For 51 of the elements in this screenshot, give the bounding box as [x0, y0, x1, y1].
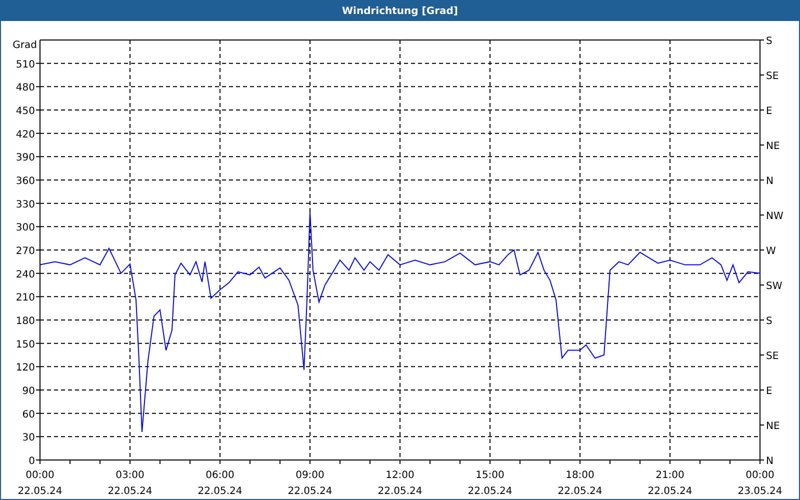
compass-label: W	[766, 246, 776, 257]
x-tick-label: 09:00	[296, 470, 324, 481]
compass-label: S	[766, 36, 772, 47]
y-tick-label: 330	[16, 199, 35, 210]
window-title: Windrichtung [Grad]	[342, 6, 458, 16]
x-tick-label: 03:00	[116, 470, 144, 481]
y-tick-label: 60	[22, 409, 35, 420]
y-tick-label: 180	[16, 316, 35, 327]
y-tick-label: 210	[16, 292, 35, 304]
y-tick-label: 360	[16, 176, 35, 187]
y-tick-label: 90	[22, 386, 35, 397]
y-tick-label: 30	[22, 432, 35, 444]
x-tick-label: 15:00	[476, 470, 504, 481]
x-date-label: 22.05.24	[108, 486, 152, 497]
x-date-label: 22.05.24	[468, 486, 512, 497]
x-tick-label: 21:00	[656, 470, 684, 481]
x-date-label: 22.05.24	[558, 486, 602, 497]
compass-label: E	[766, 106, 772, 117]
x-date-label: 22.05.24	[198, 486, 242, 497]
compass-label: E	[766, 386, 772, 397]
x-date-label: 23.05.24	[738, 486, 782, 497]
x-date-label: 22.05.24	[378, 486, 422, 497]
y-tick-label: 300	[16, 222, 35, 234]
y-tick-label: 390	[16, 152, 35, 164]
y-tick-label: 510	[16, 59, 35, 70]
x-date-label: 22.05.24	[648, 486, 692, 497]
compass-label: NE	[766, 421, 780, 432]
compass-label: S	[766, 316, 772, 327]
compass-label: SW	[766, 281, 782, 292]
x-tick-label: 12:00	[386, 470, 414, 481]
compass-label: NE	[766, 141, 780, 152]
x-tick-label: 00:00	[26, 470, 54, 481]
x-tick-label: 18:00	[566, 470, 594, 481]
y-tick-label: 150	[16, 339, 35, 350]
y-tick-label: 420	[16, 129, 35, 140]
y-tick-label: 240	[16, 269, 35, 280]
y-axis-label: Grad	[12, 40, 37, 51]
compass-label: SE	[766, 351, 779, 362]
compass-label: N	[766, 456, 774, 467]
y-tick-label: 480	[16, 82, 35, 94]
y-tick-label: 450	[16, 106, 35, 117]
compass-label: NW	[766, 211, 784, 222]
y-tick-label: 0	[28, 456, 35, 467]
y-tick-label: 270	[16, 246, 35, 257]
y-tick-label: 120	[16, 362, 35, 374]
x-date-label: 22.05.24	[288, 486, 332, 497]
x-tick-label: 00:00	[746, 470, 774, 481]
compass-label: N	[766, 176, 774, 187]
x-date-label: 22.05.24	[18, 486, 62, 497]
x-tick-label: 06:00	[206, 470, 234, 481]
compass-label: SE	[766, 71, 779, 82]
